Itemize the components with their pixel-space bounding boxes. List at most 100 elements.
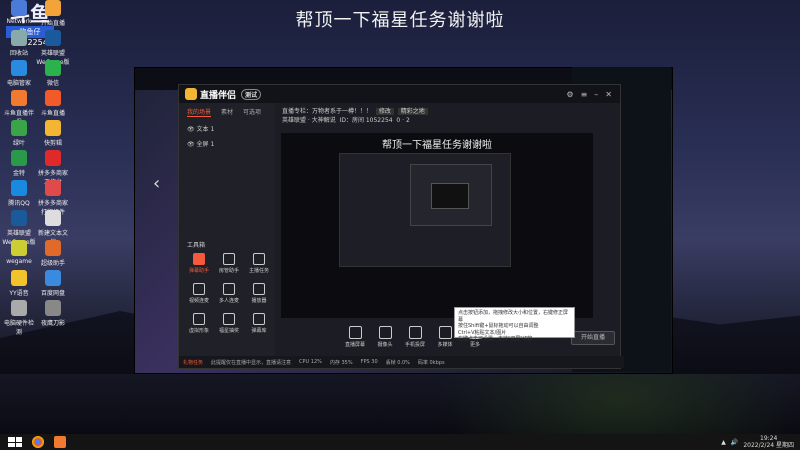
tray-volume-icon[interactable]: 🔊 bbox=[731, 439, 738, 446]
app-shortcut-icon bbox=[45, 210, 61, 226]
toolbox-item[interactable]: 主播任务 bbox=[245, 253, 273, 274]
app-shortcut-icon bbox=[11, 180, 27, 196]
source-tool-button[interactable]: 摄像头 bbox=[370, 326, 400, 348]
app-shortcut-icon bbox=[45, 180, 61, 196]
tool-icon bbox=[193, 283, 205, 295]
tool-label: 主播任务 bbox=[248, 268, 269, 274]
desktop-icon-label: 夜鹰刀影 bbox=[40, 320, 65, 327]
tooltip-line: 点击按钮添加，拖拽修改大小和位置，右键修正屏幕 bbox=[458, 310, 569, 323]
desktop-icon[interactable]: 回收站 bbox=[2, 30, 36, 57]
douyu-taskbar-icon[interactable] bbox=[54, 436, 66, 448]
stream-title: 直播专栏：万物者系于一樽！！！ bbox=[282, 108, 373, 115]
source-tool-label: 多媒体 bbox=[437, 342, 453, 348]
tool-icon bbox=[253, 283, 265, 295]
app-shortcut-icon bbox=[45, 90, 61, 106]
source-tool-icon bbox=[348, 326, 362, 339]
tool-label: 弹幕助手 bbox=[188, 268, 209, 274]
menu-icon[interactable]: ≡ bbox=[581, 90, 588, 99]
app-shortcut-icon bbox=[11, 30, 27, 46]
app-shortcut-icon bbox=[45, 0, 61, 16]
desktop-icon[interactable]: 电脑管家 bbox=[2, 60, 36, 87]
tool-label: 播放器 bbox=[251, 298, 267, 304]
close-icon[interactable]: ✕ bbox=[605, 90, 612, 99]
desktop-icon[interactable]: Network bbox=[2, 0, 36, 25]
tool-label: 视频连麦 bbox=[188, 298, 209, 304]
app-shortcut-icon bbox=[11, 240, 27, 256]
scene-item-fullscreen[interactable]: 👁 全屏 1 bbox=[179, 136, 275, 151]
edit-title-button[interactable]: 修改 bbox=[375, 108, 394, 115]
clock-date: 2022/2/24 星期四 bbox=[743, 442, 794, 449]
app-shortcut-icon bbox=[11, 90, 27, 106]
desktop-icon-label: Network bbox=[6, 18, 32, 25]
scene-tabs: 我的场景 素材 可选项 bbox=[179, 103, 275, 121]
tab-my-scenes[interactable]: 我的场景 bbox=[187, 107, 212, 117]
source-tool-icon bbox=[378, 326, 392, 339]
desktop-icon-label: 金特 bbox=[12, 170, 25, 177]
clock-time: 19:24 bbox=[760, 435, 778, 442]
desktop-icon[interactable]: wegame bbox=[2, 240, 36, 265]
desktop-icon-label: 微信 bbox=[46, 80, 59, 87]
desktop-icon[interactable]: 夜鹰刀影 bbox=[36, 300, 70, 327]
desktop-icon[interactable]: YY语音 bbox=[2, 270, 36, 297]
desktop-icon[interactable]: 电脑硬件检测 bbox=[2, 300, 36, 336]
highlight-button[interactable]: 精彩之地 bbox=[397, 108, 428, 115]
desktop-icon-label: 电脑管家 bbox=[6, 80, 31, 87]
app-shortcut-icon bbox=[11, 120, 27, 136]
stream-info: 直播专栏：万物者系于一樽！！！ 修改 精彩之地 英雄联盟 · 大神解说 ID：房… bbox=[276, 103, 620, 127]
settings-icon[interactable]: ⚙ bbox=[566, 90, 573, 99]
app-brand-name: 直播伴侣 bbox=[200, 90, 237, 101]
tool-icon bbox=[253, 253, 265, 265]
desktop-icon-label: 快剪辑 bbox=[43, 140, 62, 147]
system-tray: ▲ 🔊 19:24 2022/2/24 星期四 bbox=[721, 435, 800, 449]
toolbox-item[interactable]: 多人连麦 bbox=[215, 283, 243, 304]
desktop-icon[interactable]: 金特 bbox=[2, 150, 36, 177]
toolbox-item[interactable]: 视频连麦 bbox=[185, 283, 213, 304]
stream-preview[interactable]: 帮顶一下福星任务谢谢啦 bbox=[281, 133, 593, 318]
app-shortcut-icon bbox=[11, 150, 27, 166]
app-statusbar: 礼物任务 此提醒仅在直播中显示，直播请注意 CPU 12% 内存 35% FPS… bbox=[179, 356, 624, 368]
app-shortcut-icon bbox=[45, 30, 61, 46]
tab-options[interactable]: 可选项 bbox=[243, 107, 261, 117]
desktop-icon-label: 绿叶 bbox=[12, 140, 25, 147]
tool-icon bbox=[223, 253, 235, 265]
status-gift-task[interactable]: 礼物任务 bbox=[183, 359, 203, 366]
toolbox-item[interactable]: 房管助手 bbox=[215, 253, 243, 274]
status-notice: 此提醒仅在直播中显示，直播请注意 bbox=[211, 359, 292, 366]
tool-icon bbox=[223, 283, 235, 295]
app-shortcut-icon bbox=[11, 0, 27, 16]
preview-tooltip: 点击按钮添加，拖拽修改大小和位置，右键修正屏幕 按住Shift键+鼠标拖动可以自… bbox=[454, 307, 575, 342]
source-tool-button[interactable]: 手机投屏 bbox=[400, 326, 430, 348]
app-shortcut-icon bbox=[45, 120, 61, 136]
desktop-icon[interactable]: 百度网盘 bbox=[36, 270, 70, 297]
desktop-icon[interactable]: 微信 bbox=[36, 60, 70, 87]
desktop-icon-label: YY语音 bbox=[9, 290, 29, 297]
source-tool-icon bbox=[408, 326, 422, 339]
preview-nested-window-inner bbox=[410, 164, 492, 226]
status-memory: 内存 35% bbox=[329, 359, 353, 366]
tool-icon bbox=[193, 253, 205, 265]
desktop-icon[interactable]: 快剪辑 bbox=[36, 120, 70, 147]
start-stream-button[interactable]: 开始直播 bbox=[571, 331, 615, 345]
preview-nested-window bbox=[339, 153, 511, 267]
desktop-icon[interactable]: 腾讯QQ bbox=[2, 180, 36, 207]
windows-start-icon[interactable] bbox=[8, 437, 22, 447]
scene-item-text[interactable]: 👁 文本 1 bbox=[179, 121, 275, 136]
carousel-prev-icon[interactable]: ‹ bbox=[153, 173, 160, 194]
tray-clock[interactable]: 19:24 2022/2/24 星期四 bbox=[743, 435, 794, 449]
toolbox-item[interactable]: 播放器 bbox=[245, 283, 273, 304]
app-shortcut-icon bbox=[11, 300, 27, 316]
desktop-icon[interactable]: 绿叶 bbox=[2, 120, 36, 147]
chrome-icon[interactable] bbox=[32, 436, 44, 448]
tool-label: 多人连麦 bbox=[218, 298, 239, 304]
tab-materials[interactable]: 素材 bbox=[221, 107, 233, 117]
desktop-icon[interactable]: 斗鱼直播 bbox=[36, 90, 70, 117]
source-toolbar: 直播屏幕 摄像头 手机投屏 多媒体 更多 bbox=[160, 322, 482, 352]
app-shortcut-icon bbox=[45, 150, 61, 166]
minimize-icon[interactable]: – bbox=[594, 90, 598, 99]
toolbox-item[interactable]: 弹幕助手 bbox=[185, 253, 213, 274]
desktop-icon[interactable]: 超级助手 bbox=[36, 240, 70, 267]
source-tool-button[interactable]: 直播屏幕 bbox=[340, 326, 370, 348]
tray-network-icon[interactable]: ▲ bbox=[721, 439, 726, 446]
desktop-icon[interactable]: 开始直播 bbox=[36, 0, 70, 27]
stream-category[interactable]: 英雄联盟 · 大神解说 bbox=[282, 117, 336, 124]
